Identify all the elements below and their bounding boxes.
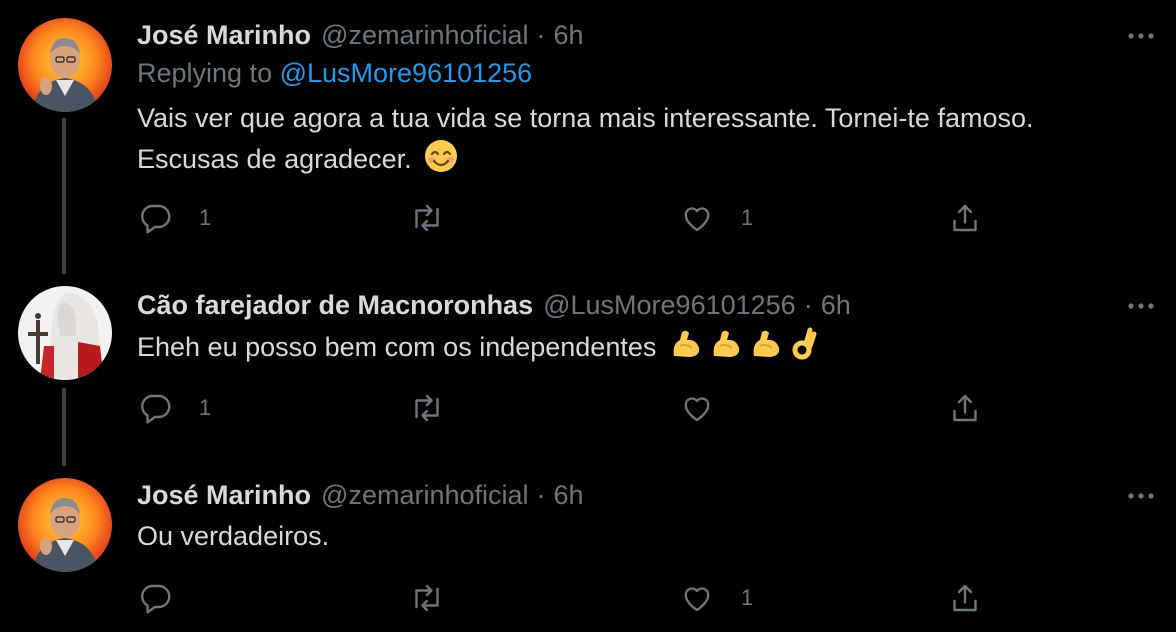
timestamp[interactable]: 6h: [821, 288, 851, 322]
three-dots-icon: [1128, 493, 1154, 499]
flexed-biceps-emoji: [668, 326, 704, 373]
reply-button[interactable]: 1: [137, 198, 211, 238]
share-button[interactable]: [947, 578, 983, 618]
tweet-header: José Marinho @zemarinhoficial · 6h: [137, 478, 584, 512]
more-options-button[interactable]: [1126, 296, 1156, 316]
tweet-text: Ou verdadeiros.: [137, 516, 1097, 556]
like-button[interactable]: [679, 388, 741, 428]
share-upload-icon: [953, 394, 977, 422]
share-upload-icon: [953, 584, 977, 612]
share-button[interactable]: [947, 388, 983, 428]
more-options-button[interactable]: [1126, 486, 1156, 506]
author-name[interactable]: José Marinho: [137, 478, 311, 512]
avatar-image: [18, 286, 112, 380]
avatar-image: [18, 478, 112, 572]
smiling-face-emoji: [423, 138, 459, 185]
share-button[interactable]: [947, 198, 983, 238]
author-name[interactable]: Cão farejador de Macnoronhas: [137, 288, 533, 322]
replying-to-label: Replying to: [137, 58, 280, 88]
like-button[interactable]: 1: [679, 578, 753, 618]
retweet-button[interactable]: [409, 388, 471, 428]
reply-button[interactable]: [137, 578, 199, 618]
comment-bubble-icon: [141, 584, 171, 614]
reply-count: 1: [199, 205, 212, 230]
more-options-button[interactable]: [1126, 26, 1156, 46]
three-dots-icon: [1128, 303, 1154, 309]
tweet-header: Cão farejador de Macnoronhas @LusMore961…: [137, 288, 851, 322]
retweet-button[interactable]: [409, 578, 471, 618]
reply-button[interactable]: 1: [137, 388, 211, 428]
tweet-actions: 1 1: [137, 198, 997, 238]
three-dots-icon: [1128, 33, 1154, 39]
avatar-image: [18, 18, 112, 112]
tweet[interactable]: José Marinho @zemarinhoficial · 6h Reply…: [0, 18, 1176, 258]
comment-bubble-icon: [141, 204, 171, 234]
mention-link[interactable]: @LusMore96101256: [280, 58, 533, 88]
tweet[interactable]: José Marinho @zemarinhoficial · 6h Ou ve…: [0, 478, 1176, 628]
retweet-arrows-icon: [415, 394, 439, 422]
tweet-text: Eheh eu posso bem com os independentes: [137, 326, 1097, 373]
tweet[interactable]: Cão farejador de Macnoronhas @LusMore961…: [0, 286, 1176, 448]
author-name[interactable]: José Marinho: [137, 18, 311, 52]
retweet-arrows-icon: [415, 204, 439, 232]
tweet-header: José Marinho @zemarinhoficial · 6h: [137, 18, 584, 52]
tweet-text-content: Vais ver que agora a tua vida se torna m…: [137, 103, 1034, 174]
avatar[interactable]: [18, 478, 112, 572]
heart-outline-icon: [684, 587, 710, 612]
avatar[interactable]: [18, 286, 112, 380]
heart-outline-icon: [684, 207, 710, 232]
like-count: 1: [741, 585, 754, 610]
replying-to: Replying to @LusMore96101256: [137, 56, 532, 90]
tweet-actions: 1: [137, 388, 997, 428]
flexed-biceps-emoji: [708, 326, 744, 373]
timestamp[interactable]: 6h: [554, 18, 584, 52]
tweet-text-content: Ou verdadeiros.: [137, 521, 330, 551]
author-handle[interactable]: @zemarinhoficial: [321, 18, 528, 52]
flexed-biceps-emoji: [748, 326, 784, 373]
separator-dot: ·: [536, 480, 546, 510]
share-upload-icon: [953, 204, 977, 232]
comment-bubble-icon: [141, 394, 171, 424]
like-button[interactable]: 1: [679, 198, 753, 238]
reply-count: 1: [199, 395, 212, 420]
like-count: 1: [741, 205, 754, 230]
retweet-button[interactable]: [409, 198, 471, 238]
author-handle[interactable]: @zemarinhoficial: [321, 478, 528, 512]
tweet-actions: 1: [137, 578, 997, 618]
avatar[interactable]: [18, 18, 112, 112]
ok-hand-emoji: [788, 326, 818, 373]
tweet-text: Vais ver que agora a tua vida se torna m…: [137, 98, 1097, 185]
heart-outline-icon: [684, 397, 710, 422]
tweet-text-content: Eheh eu posso bem com os independentes: [137, 332, 657, 362]
retweet-arrows-icon: [415, 584, 439, 612]
author-handle[interactable]: @LusMore96101256: [543, 288, 796, 322]
separator-dot: ·: [536, 20, 546, 50]
separator-dot: ·: [803, 290, 813, 320]
timestamp[interactable]: 6h: [554, 478, 584, 512]
